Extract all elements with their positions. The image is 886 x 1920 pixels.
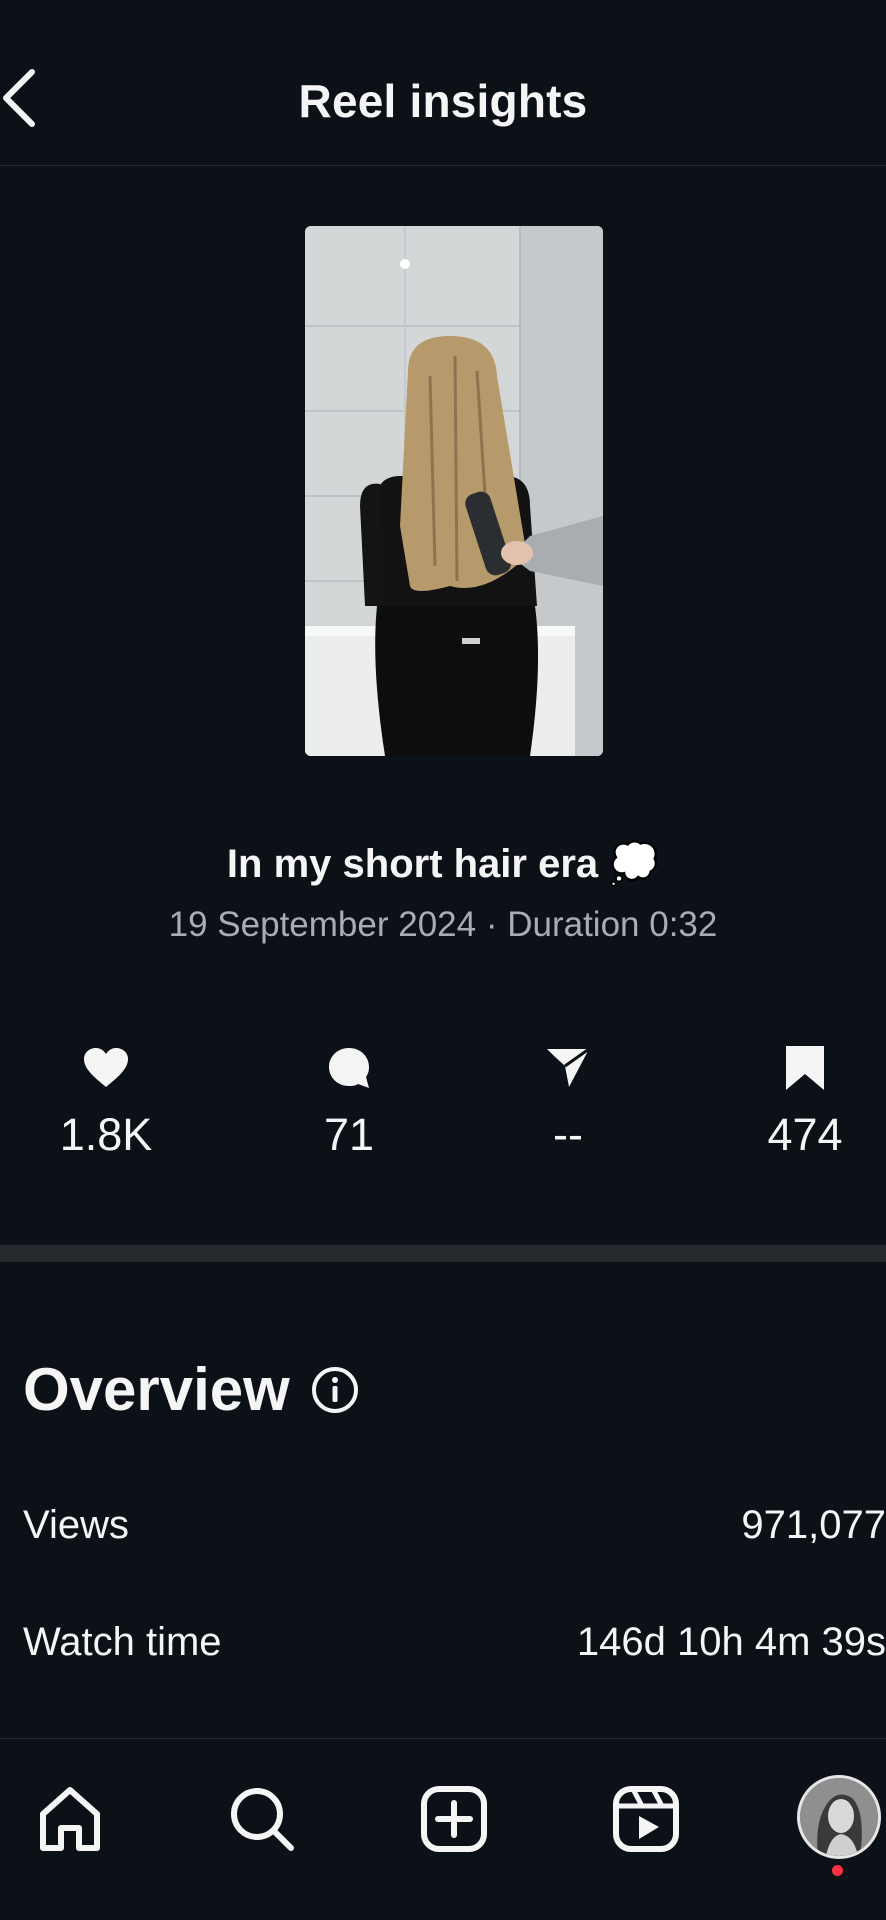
saves-stat: 474	[715, 1045, 886, 1161]
shares-count: --	[553, 1109, 583, 1160]
nav-create[interactable]	[414, 1781, 494, 1861]
info-button[interactable]	[311, 1366, 359, 1414]
notification-dot	[832, 1865, 843, 1876]
nav-search[interactable]	[222, 1781, 302, 1861]
section-divider	[0, 1245, 886, 1262]
page-title: Reel insights	[298, 75, 588, 127]
profile-avatar[interactable]	[797, 1775, 881, 1859]
likes-stat: 1.8K	[16, 1045, 196, 1161]
views-value: 971,077	[741, 1503, 886, 1547]
send-icon	[545, 1047, 591, 1094]
info-icon	[311, 1367, 359, 1418]
shares-stat: --	[478, 1045, 658, 1161]
comments-stat: 71	[259, 1045, 439, 1161]
home-icon	[35, 1784, 105, 1859]
likes-count: 1.8K	[59, 1109, 153, 1160]
watch-time-value: 146d 10h 4m 39s	[576, 1620, 886, 1664]
reels-icon	[611, 1784, 681, 1859]
comment-icon	[326, 1046, 372, 1095]
bottom-nav	[0, 1738, 886, 1920]
nav-reels[interactable]	[606, 1781, 686, 1861]
overview-heading: Overview	[23, 1356, 290, 1423]
views-label: Views	[23, 1503, 129, 1547]
watch-time-label: Watch time	[23, 1620, 222, 1664]
reel-thumbnail[interactable]	[305, 226, 603, 756]
comments-count: 71	[323, 1109, 375, 1160]
reel-caption: In my short hair era 💭	[226, 842, 660, 886]
search-icon	[227, 1784, 297, 1859]
saves-count: 474	[767, 1109, 843, 1160]
reel-meta: 19 September 2024 · Duration 0:32	[168, 905, 718, 944]
heart-icon	[82, 1047, 130, 1094]
create-icon	[419, 1784, 489, 1859]
bookmark-icon	[784, 1044, 826, 1097]
header: Reel insights	[0, 0, 886, 166]
nav-home[interactable]	[30, 1781, 110, 1861]
